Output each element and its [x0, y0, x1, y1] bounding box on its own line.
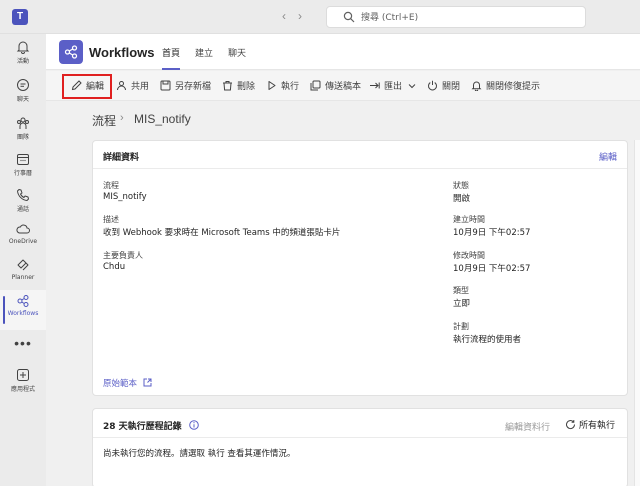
original-template-link[interactable]: 原始範本	[103, 377, 152, 389]
title-bar: T ‹›	[0, 0, 640, 34]
calendar-icon	[17, 154, 29, 165]
side-panel-edge	[634, 140, 640, 486]
cloud-icon	[16, 224, 30, 234]
tab-chat[interactable]: 聊天	[228, 46, 246, 59]
chevron-down-icon	[408, 84, 416, 89]
open-external-icon	[143, 378, 152, 387]
share-nodes-icon	[64, 45, 78, 59]
run-history-card: 28 天執行歷程記錄 編輯資料行 所有執行 尚未執行您的流程。請選取 執行 查看…	[92, 408, 628, 486]
tab-create[interactable]: 建立	[195, 46, 213, 59]
refresh-icon	[566, 420, 576, 430]
rail-item-chat[interactable]: 聊天	[0, 74, 46, 114]
plan-value: 執行流程的使用者	[453, 335, 522, 345]
copy-icon	[310, 80, 321, 91]
type-value: 立即	[453, 299, 471, 309]
planner-icon	[17, 259, 29, 271]
owner-label: 主要負責人	[103, 251, 143, 260]
app-rail: 活動 聊天 團隊 行事曆 通話 OneDrive Planner Workflo…	[0, 34, 46, 486]
workflows-icon	[17, 295, 29, 307]
rail-item-activity[interactable]: 活動	[0, 36, 46, 76]
rail-item-onedrive[interactable]: OneDrive	[0, 218, 46, 258]
all-runs-button[interactable]: 所有執行	[565, 418, 615, 431]
rail-item-calendar[interactable]: 行事曆	[0, 148, 46, 188]
command-bar: 編輯 共用 另存新檔 刪除 執行 傳送稿本 匯出 關閉 關閉修復提示	[46, 71, 640, 101]
export-arrow-icon	[370, 82, 380, 89]
trash-icon	[223, 81, 232, 91]
description-value: 收到 Webhook 要求時在 Microsoft Teams 中的頻道張貼卡片	[103, 228, 341, 238]
share-icon	[117, 81, 126, 91]
run-history-divider	[93, 437, 627, 438]
run-history-title: 28 天執行歷程記錄	[103, 419, 199, 432]
edit-columns-button[interactable]: 編輯資料行	[505, 420, 550, 433]
breadcrumb-current: MIS_notify	[134, 112, 191, 126]
flow-label: 流程	[103, 181, 119, 190]
details-card: 詳細資料 編輯 流程 MIS_notify 描述 收到 Webhook 要求時在…	[92, 140, 628, 396]
phone-icon	[17, 189, 29, 201]
rail-item-teams[interactable]: 團隊	[0, 112, 46, 152]
teams-people-icon	[17, 117, 29, 129]
owner-value: Chdu	[103, 262, 126, 272]
app-header: Workflows 首頁 建立 聊天	[46, 34, 640, 70]
details-title: 詳細資料	[103, 153, 140, 163]
description-label: 描述	[103, 215, 119, 224]
details-divider	[93, 168, 627, 169]
workflows-app-icon	[59, 40, 83, 64]
play-icon	[268, 81, 276, 90]
search-icon	[343, 11, 355, 23]
info-icon[interactable]	[189, 420, 199, 430]
type-label: 類型	[453, 286, 469, 295]
status-value: 開啟	[453, 194, 471, 204]
created-label: 建立時間	[453, 215, 485, 224]
chat-icon	[17, 79, 29, 91]
history-navigation: ‹›	[282, 9, 314, 23]
rail-item-planner[interactable]: Planner	[0, 254, 46, 294]
bell-icon	[16, 41, 30, 54]
teams-logo: T	[12, 9, 28, 25]
tab-home[interactable]: 首頁	[162, 46, 181, 70]
breadcrumb-separator: ›	[120, 112, 124, 124]
bell-icon	[471, 81, 482, 91]
plan-label: 計劃	[453, 322, 469, 331]
details-edit-link[interactable]: 編輯	[599, 150, 617, 163]
back-arrow-icon[interactable]: ‹	[282, 9, 298, 23]
modified-label: 修改時間	[453, 251, 485, 260]
rail-item-workflows[interactable]: Workflows	[0, 290, 46, 330]
search-box[interactable]	[326, 6, 586, 28]
modified-value: 10月9日 下午02:57	[453, 264, 531, 274]
search-input[interactable]	[361, 10, 561, 25]
flow-value: MIS_notify	[103, 192, 147, 202]
power-icon	[428, 80, 437, 91]
breadcrumb-root[interactable]: 流程	[92, 112, 116, 129]
app-name: Workflows	[89, 45, 155, 60]
add-app-icon	[17, 369, 29, 381]
save-as-icon	[160, 80, 171, 91]
status-label: 狀態	[453, 181, 469, 190]
forward-arrow-icon[interactable]: ›	[298, 9, 314, 23]
empty-runs-message: 尚未執行您的流程。請選取 執行 查看其運作情況。	[103, 449, 296, 459]
pencil-icon	[71, 80, 82, 91]
rail-item-apps[interactable]: 應用程式	[0, 364, 46, 404]
created-value: 10月9日 下午02:57	[453, 228, 531, 238]
more-apps-button[interactable]: •••	[0, 335, 46, 351]
